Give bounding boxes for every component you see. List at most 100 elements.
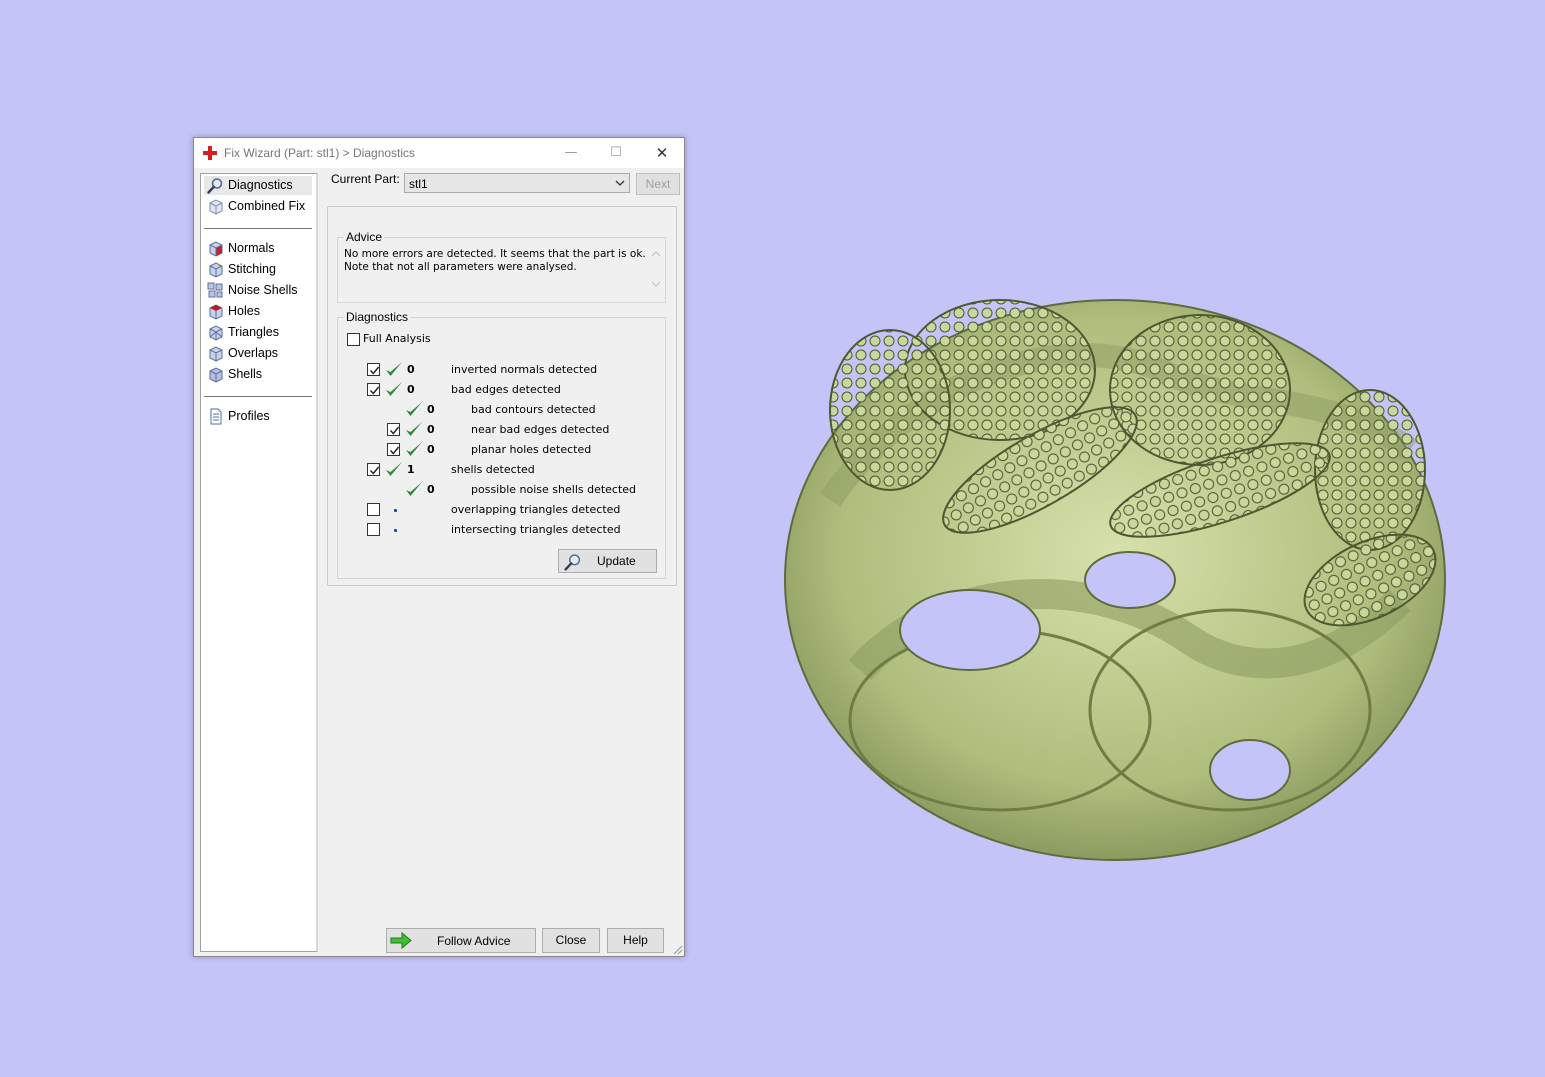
diagnostic-checkbox[interactable]: [367, 523, 380, 536]
diagnostic-checkbox[interactable]: [367, 503, 380, 516]
nav-item-normals[interactable]: Normals: [204, 239, 312, 258]
overlaps-cube-icon: [209, 346, 223, 362]
green-check-icon: [405, 441, 423, 459]
scroll-down-icon[interactable]: [651, 280, 661, 288]
diagnostic-row: 0 bad contours detected: [338, 401, 665, 419]
diagnostic-label: bad contours detected: [471, 403, 596, 416]
diagnostic-label: possible noise shells detected: [471, 483, 637, 496]
model-viewport[interactable]: [770, 250, 1460, 870]
diagnostic-checkbox[interactable]: [387, 443, 400, 456]
document-icon: [210, 408, 222, 425]
scroll-up-icon[interactable]: [651, 250, 661, 258]
diagnostic-count: 0: [407, 363, 415, 376]
diagnostic-row: 1 shells detected: [338, 461, 665, 479]
noise-shells-icon: [207, 282, 223, 298]
current-part-value: stl1: [409, 177, 428, 191]
green-check-icon: [405, 421, 423, 439]
diagnostics-panel: Advice No more errors are detected. It s…: [327, 206, 677, 586]
resize-grip-icon[interactable]: [673, 945, 683, 955]
nav-item-noise-shells[interactable]: Noise Shells: [204, 281, 312, 300]
diagnostic-row: 0 near bad edges detected: [338, 421, 665, 439]
diagnostic-row: overlapping triangles detected: [338, 501, 665, 519]
green-check-icon: [405, 401, 423, 419]
nav-divider: [204, 228, 312, 229]
diagnostic-row: 0 possible noise shells detected: [338, 481, 665, 499]
nav-item-stitching[interactable]: Stitching: [204, 260, 312, 279]
green-check-icon: [385, 381, 403, 399]
nav-divider: [204, 396, 312, 397]
follow-advice-button[interactable]: Follow Advice: [386, 928, 536, 953]
diagnostic-count: 0: [427, 403, 435, 416]
nav-item-profiles[interactable]: Profiles: [204, 407, 312, 426]
nav-label: Stitching: [228, 262, 276, 276]
next-button[interactable]: Next: [636, 173, 680, 195]
diagnostic-label: intersecting triangles detected: [451, 523, 621, 536]
diagnostic-count: 1: [407, 463, 415, 476]
nav-label: Diagnostics: [228, 178, 293, 192]
diagnostic-label: planar holes detected: [471, 443, 592, 456]
advice-text-box: No more errors are detected. It seems th…: [344, 248, 657, 298]
arrow-right-icon: [390, 932, 412, 949]
diagnostic-row: 0 planar holes detected: [338, 441, 665, 459]
diagnostic-checkbox[interactable]: [367, 363, 380, 376]
title-bar[interactable]: Fix Wizard (Part: stl1) > Diagnostics — …: [194, 138, 684, 168]
wizard-nav: Diagnostics Combined Fix Normals Stitchi…: [200, 173, 318, 952]
nav-label: Normals: [228, 241, 275, 255]
nav-label: Overlaps: [228, 346, 279, 360]
red-cross-icon: [203, 146, 217, 160]
diagnostic-row: intersecting triangles detected: [338, 521, 665, 539]
diagnostic-row: 0 inverted normals detected: [338, 361, 665, 379]
advice-line-2: Note that not all parameters were analys…: [344, 261, 577, 273]
nav-item-shells[interactable]: Shells: [204, 365, 312, 384]
chevron-down-icon: [615, 180, 625, 186]
current-part-select[interactable]: stl1: [404, 173, 630, 193]
diagnostics-title: Diagnostics: [344, 310, 411, 324]
close-button[interactable]: Close: [542, 928, 600, 953]
nav-item-combined-fix[interactable]: Combined Fix: [204, 197, 312, 216]
close-window-button[interactable]: ✕: [649, 142, 675, 164]
help-button[interactable]: Help: [607, 928, 664, 953]
diagnostic-count: 0: [427, 483, 435, 496]
diagnostic-label: overlapping triangles detected: [451, 503, 621, 516]
nav-item-diagnostics[interactable]: Diagnostics: [204, 176, 312, 195]
nav-label: Profiles: [228, 409, 270, 423]
diagnostic-count: 0: [407, 383, 415, 396]
fix-wizard-dialog: Fix Wizard (Part: stl1) > Diagnostics — …: [193, 137, 685, 957]
full-analysis-checkbox[interactable]: [347, 333, 360, 346]
diagnostic-label: bad edges detected: [451, 383, 561, 396]
diagnostic-count: 0: [427, 423, 435, 436]
advice-group: Advice No more errors are detected. It s…: [337, 230, 666, 303]
nav-label: Holes: [228, 304, 260, 318]
nav-label: Noise Shells: [228, 283, 298, 297]
diagnostic-row: 0 bad edges detected: [338, 381, 665, 399]
ring-model: [784, 299, 1446, 861]
pending-dot-icon: [394, 509, 397, 512]
stitching-cube-icon: [209, 262, 223, 278]
diagnostic-checkbox[interactable]: [367, 463, 380, 476]
nav-item-overlaps[interactable]: Overlaps: [204, 344, 312, 363]
diagnostic-checkbox[interactable]: [367, 383, 380, 396]
nav-item-triangles[interactable]: Triangles: [204, 323, 312, 342]
update-label: Update: [597, 554, 636, 568]
diagnostic-label: near bad edges detected: [471, 423, 610, 436]
nav-label: Combined Fix: [228, 199, 306, 213]
pending-dot-icon: [394, 529, 397, 532]
follow-advice-label: Follow Advice: [437, 934, 511, 948]
nav-item-holes[interactable]: Holes: [204, 302, 312, 321]
green-check-icon: [405, 481, 423, 499]
advice-title: Advice: [344, 230, 385, 244]
full-analysis-label: Full Analysis: [363, 332, 431, 345]
magnifier-icon: [564, 554, 581, 571]
update-button[interactable]: Update: [558, 549, 657, 573]
minimize-button[interactable]: —: [558, 142, 584, 164]
current-part-label: Current Part:: [331, 172, 400, 186]
window-title: Fix Wizard (Part: stl1) > Diagnostics: [224, 146, 416, 160]
diagnostic-checkbox[interactable]: [387, 423, 400, 436]
nav-label: Shells: [228, 367, 263, 381]
maximize-button[interactable]: ☐: [603, 142, 629, 164]
normals-cube-icon: [209, 241, 223, 257]
nav-label: Triangles: [228, 325, 279, 339]
shells-cube-icon: [209, 367, 223, 383]
diagnostics-group: Diagnostics Full Analysis 0 inverted norm…: [337, 310, 666, 579]
advice-line-1: No more errors are detected. It seems th…: [344, 248, 646, 260]
